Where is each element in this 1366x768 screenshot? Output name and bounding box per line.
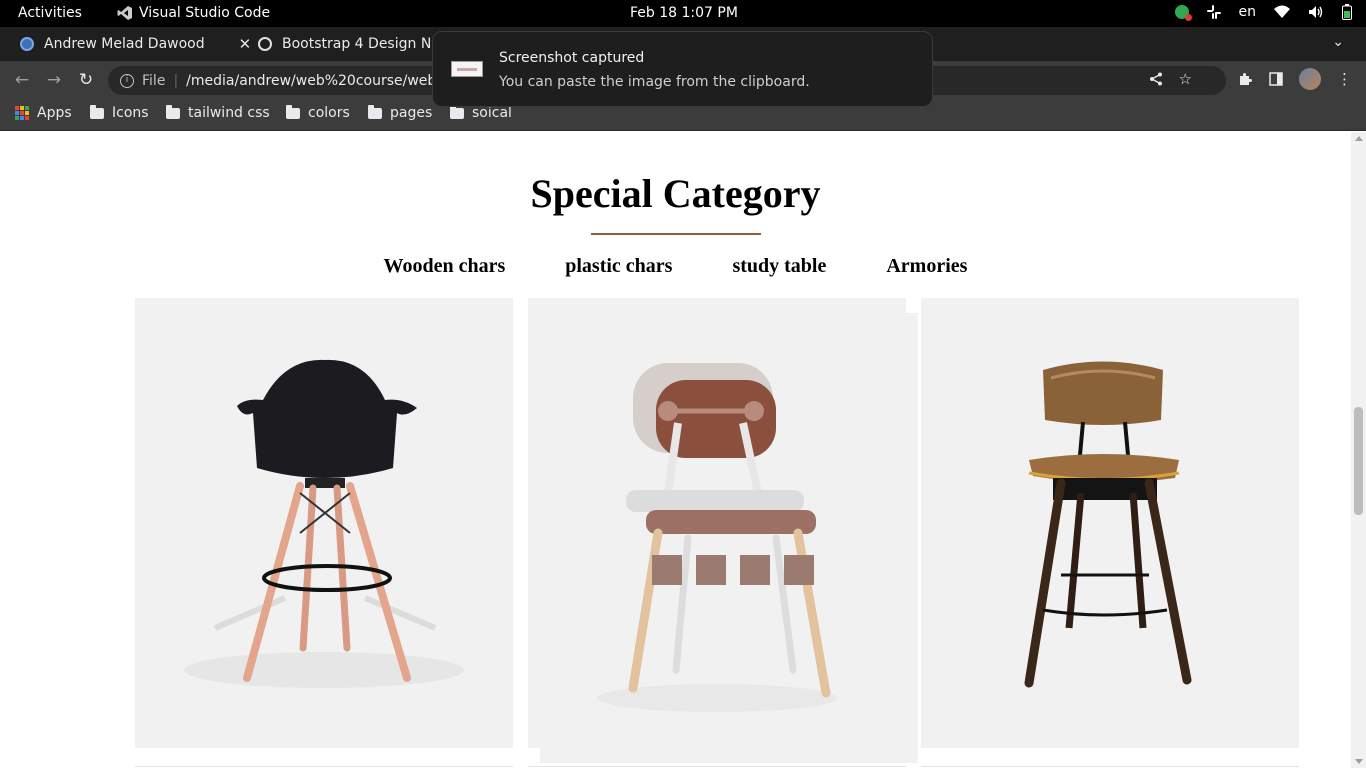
bookmark-star-icon[interactable]: ☆ [1179,70,1192,88]
system-tray: en [1174,4,1352,21]
title-underline [591,233,761,235]
bookmark-folder-colors[interactable]: colors [286,104,350,121]
toolbar-actions: ☆ ⋮ [1149,68,1352,90]
section-title: Special Category [530,171,821,216]
slack-icon[interactable] [1206,5,1221,19]
clock[interactable]: Feb 18 1:07 PM [630,5,738,21]
slider-dot[interactable] [652,555,682,585]
tab-andrew-melad-dawood[interactable]: Andrew Melad Dawood ✕ [20,29,251,59]
app-name: Visual Studio Code [139,5,271,21]
category-study-table[interactable]: study table [732,255,826,278]
address-separator: | [173,72,179,89]
folder-icon [90,104,104,119]
screenshot-thumbnail [451,61,483,77]
app-menu[interactable]: Visual Studio Code [117,5,270,21]
profile-favicon-icon [20,37,34,51]
activities-button[interactable]: Activities [18,5,82,21]
battery-icon[interactable] [1342,4,1352,20]
tab-title: Bootstrap 4 Design Nu [282,36,441,52]
card-divider [528,766,906,767]
category-armories[interactable]: Armories [886,255,967,278]
globe-icon [258,37,272,51]
card-divider [921,766,1299,767]
notification-body: You can paste the image from the clipboa… [499,74,810,90]
notification-title: Screenshot captured [499,50,645,66]
bookmark-folder-tailwind[interactable]: tailwind css [166,104,270,121]
bookmark-label: pages [390,105,433,121]
share-icon[interactable] [1149,72,1163,86]
folder-icon [450,104,464,119]
tab-bootstrap-design[interactable]: Bootstrap 4 Design Nu [258,29,440,59]
scrollbar-thumb[interactable] [1354,407,1363,515]
web-page: Special Category Wooden chars plastic ch… [0,132,1351,768]
slider-dot[interactable] [740,555,770,585]
slider-dots [652,555,814,585]
scroll-down-arrow-icon[interactable] [1355,759,1363,764]
bookmark-apps[interactable]: Apps [15,105,72,121]
bookmark-folder-icons[interactable]: Icons [90,104,149,121]
site-info-icon[interactable]: i [120,73,134,88]
bookmark-label: Icons [112,105,149,121]
volume-icon[interactable] [1308,5,1324,19]
product-card-brown-chair[interactable] [528,298,906,748]
slider-dot[interactable] [784,555,814,585]
screenshot-notification[interactable]: Screenshot captured You can paste the im… [432,31,933,107]
back-arrow-icon[interactable]: ← [11,69,33,91]
vscode-icon [117,6,132,20]
tab-title: Andrew Melad Dawood [44,36,205,52]
url-text[interactable]: /media/andrew/web%20course/web/Pr [186,73,455,89]
bookmark-folder-soical[interactable]: soical [450,104,512,121]
profile-avatar[interactable] [1299,68,1321,90]
walnut-bar-stool-image [1024,361,1192,688]
category-wooden-chars[interactable]: Wooden chars [384,255,506,278]
wifi-icon[interactable] [1274,5,1290,19]
update-notifier-icon[interactable] [1174,5,1192,21]
system-top-bar: Activities Visual Studio Code Feb 18 1:0… [0,0,1366,27]
category-plastic-chars[interactable]: plastic chars [565,255,672,278]
slider-dot[interactable] [696,555,726,585]
bookmark-folder-pages[interactable]: pages [368,104,433,121]
product-card-black-stool[interactable] [135,298,513,748]
forward-arrow-icon[interactable]: → [43,69,65,91]
tab-search-chevron-down-icon[interactable]: ⌄ [1332,34,1344,50]
reload-icon[interactable]: ↻ [75,69,97,91]
product-card-walnut-stool[interactable] [921,298,1299,748]
keyboard-language[interactable]: en [1239,4,1257,20]
brown-chair-image [597,363,837,712]
apps-grid-icon [15,106,29,120]
bookmark-label: colors [308,105,350,121]
close-tab-icon[interactable]: ✕ [239,35,252,53]
side-panel-icon[interactable] [1269,72,1283,86]
category-filter-nav: Wooden chars plastic chars study table A… [0,255,1351,278]
scroll-up-arrow-icon[interactable] [1355,136,1363,141]
bookmark-label: tailwind css [188,105,270,121]
black-bar-stool-image [184,359,464,688]
bookmark-label: Apps [37,105,72,121]
page-scrollbar[interactable] [1351,132,1366,768]
card-divider [135,766,513,767]
extensions-puzzle-icon[interactable] [1238,72,1253,87]
kebab-menu-icon[interactable]: ⋮ [1337,70,1352,88]
bookmark-label: soical [472,105,512,121]
folder-icon [166,104,180,119]
folder-icon [286,104,300,119]
scheme-label: File [142,72,166,89]
folder-icon [368,104,382,119]
